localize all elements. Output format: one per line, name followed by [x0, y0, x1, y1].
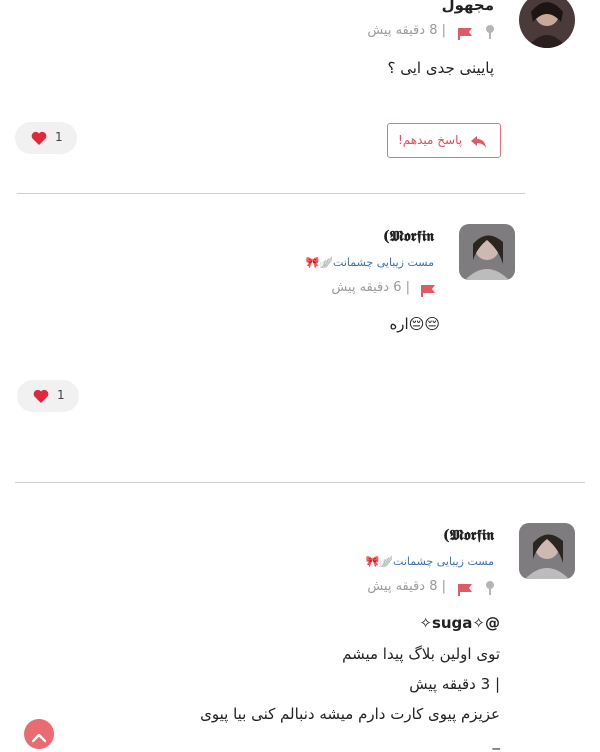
report-flag-icon[interactable]: [458, 581, 472, 600]
comment-text: پایینی جدی ایی ؟: [387, 59, 494, 77]
avatar[interactable]: [459, 224, 515, 280]
comment-text-line: عزیزم پیوی کارت دارم میشه دنبالم کنی بیا…: [200, 705, 500, 723]
like-count: 1: [55, 130, 63, 144]
reply-mention[interactable]: @✧𝘀𝘂𝗴𝗮✧: [419, 614, 500, 632]
reply-button-label: پاسخ میدهم!: [398, 133, 463, 147]
avatar[interactable]: [519, 0, 575, 48]
like-button[interactable]: 1: [15, 122, 77, 154]
like-count: 1: [57, 388, 65, 402]
scroll-to-top-button[interactable]: [24, 719, 54, 749]
author-name[interactable]: (𝕸𝖔𝖗𝖋𝖎𝖓: [383, 227, 434, 245]
author-name[interactable]: مجهول: [442, 0, 494, 14]
like-button[interactable]: 1: [17, 380, 79, 412]
comment-text-line: _: [492, 732, 501, 750]
author-bio: مست زیبایی چشمانت🪽🎀: [305, 256, 434, 269]
heart-icon: [31, 130, 47, 149]
comment-time: | 8 دقیقه پیش: [367, 579, 446, 594]
pin-icon[interactable]: [485, 580, 495, 599]
reply-arrow-icon: [471, 134, 487, 153]
pin-icon[interactable]: [485, 24, 495, 43]
avatar[interactable]: [519, 523, 575, 579]
comment-divider: [15, 482, 585, 483]
comment-text: 😔😔اره: [389, 315, 440, 333]
report-flag-icon[interactable]: [458, 25, 472, 44]
chevron-up-icon: [31, 728, 47, 747]
comment-text-line: توی اولین بلاگ پیدا میشم: [342, 645, 500, 663]
comment-divider: [17, 193, 525, 194]
heart-icon: [33, 388, 49, 407]
report-flag-icon[interactable]: [421, 282, 435, 301]
author-name[interactable]: (𝕸𝖔𝖗𝖋𝖎𝖓: [443, 526, 494, 544]
reply-button[interactable]: پاسخ میدهم!: [387, 123, 501, 158]
author-bio: مست زیبایی چشمانت🪽🎀: [365, 555, 494, 568]
comment-time: | 8 دقیقه پیش: [367, 23, 446, 38]
comment-time: | 6 دقیقه پیش: [331, 280, 410, 295]
comment-text-line: | 3 دقیقه پیش: [409, 675, 500, 693]
